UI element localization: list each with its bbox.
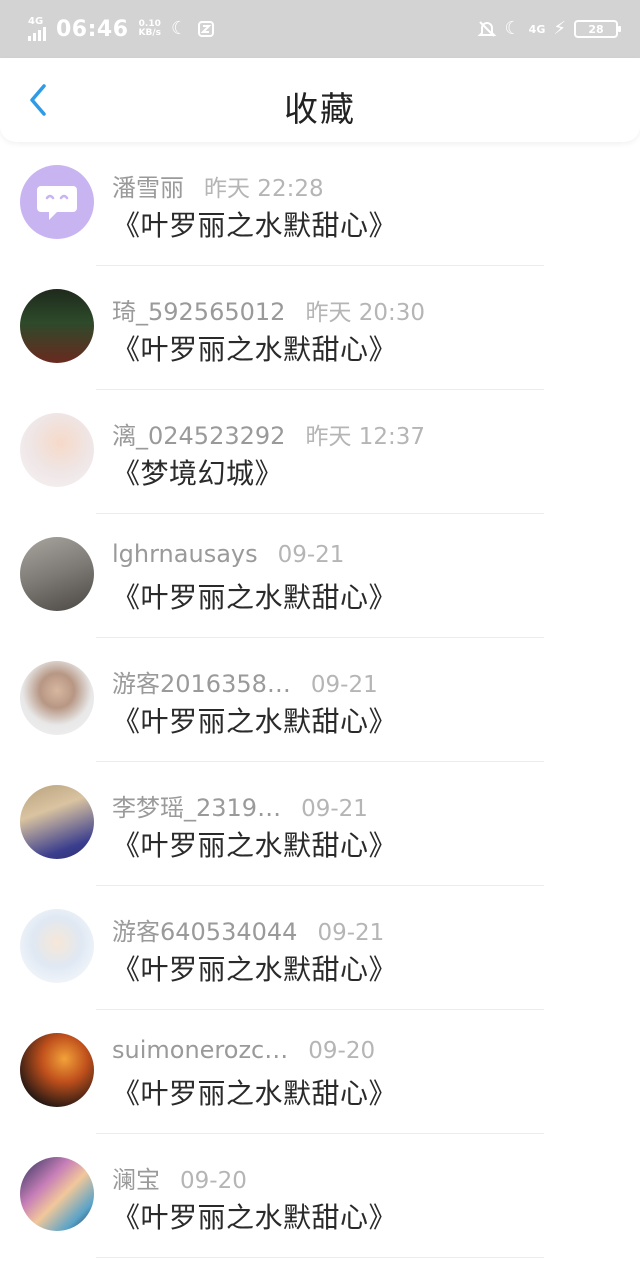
avatar[interactable] xyxy=(20,413,94,487)
avatar[interactable] xyxy=(20,785,94,859)
book-title: 《叶罗丽之水默甜心》 xyxy=(112,953,398,986)
network-type-right: 4G xyxy=(528,22,546,36)
book-title: 《叶罗丽之水默甜心》 xyxy=(112,1077,398,1110)
favorites-list: 潘雪丽 昨天 22:28 《叶罗丽之水默甜心》 琦_592565012 昨天 2… xyxy=(0,142,640,1258)
username: 潘雪丽 xyxy=(112,174,184,202)
moon-icon: ☾ xyxy=(171,18,188,39)
list-item[interactable]: 游客640534044 09-21 《叶罗丽之水默甜心》 xyxy=(0,886,640,1010)
list-item[interactable]: 李梦瑶_2319… 09-21 《叶罗丽之水默甜心》 xyxy=(0,762,640,886)
book-title: 《叶罗丽之水默甜心》 xyxy=(112,581,398,614)
speed-unit: KB/s xyxy=(138,28,162,38)
network-speed: 0.10 KB/s xyxy=(138,19,162,39)
list-item[interactable]: 游客2016358… 09-21 《叶罗丽之水默甜心》 xyxy=(0,638,640,762)
timestamp: 09-21 xyxy=(277,542,345,568)
username: lghrnausays xyxy=(112,540,258,568)
signal-icon: 4G xyxy=(28,17,46,41)
list-item[interactable]: suimonerozc… 09-20 《叶罗丽之水默甜心》 xyxy=(0,1010,640,1134)
moon-icon-right: ☾ xyxy=(504,18,521,39)
avatar[interactable] xyxy=(20,289,94,363)
username: 李梦瑶_2319… xyxy=(112,794,282,822)
book-title: 《叶罗丽之水默甜心》 xyxy=(112,1201,398,1234)
book-title: 《叶罗丽之水默甜心》 xyxy=(112,705,398,738)
list-item[interactable]: 漓_024523292 昨天 12:37 《梦境幻城》 xyxy=(0,390,640,514)
username: 琦_592565012 xyxy=(112,298,286,326)
username: 澜宝 xyxy=(112,1166,160,1194)
status-bar: 4G 06:46 0.10 KB/s ☾ ☾ 4G ⚡ 28 xyxy=(0,0,640,58)
network-type: 4G xyxy=(28,16,44,27)
chat-bubble-icon xyxy=(37,186,77,220)
avatar[interactable] xyxy=(20,1033,94,1107)
list-item[interactable]: 澜宝 09-20 《叶罗丽之水默甜心》 xyxy=(0,1134,640,1258)
book-title: 《梦境幻城》 xyxy=(112,457,284,490)
timestamp: 昨天 22:28 xyxy=(204,176,324,202)
avatar[interactable] xyxy=(20,1157,94,1231)
timestamp: 昨天 12:37 xyxy=(305,424,426,450)
battery-level: 28 xyxy=(588,22,604,36)
avatar[interactable] xyxy=(20,661,94,735)
book-title: 《叶罗丽之水默甜心》 xyxy=(112,333,398,366)
timestamp: 昨天 20:30 xyxy=(305,300,426,326)
username: 游客640534044 xyxy=(112,918,298,946)
timestamp: 09-20 xyxy=(308,1038,376,1064)
username: suimonerozc… xyxy=(112,1036,289,1064)
avatar[interactable] xyxy=(20,165,94,239)
avatar[interactable] xyxy=(20,909,94,983)
status-time: 06:46 xyxy=(56,16,129,42)
username: 漓_024523292 xyxy=(112,422,286,450)
list-item[interactable]: 潘雪丽 昨天 22:28 《叶罗丽之水默甜心》 xyxy=(0,142,640,266)
username: 游客2016358… xyxy=(112,670,291,698)
list-item[interactable]: lghrnausays 09-21 《叶罗丽之水默甜心》 xyxy=(0,514,640,638)
timestamp: 09-21 xyxy=(310,672,378,698)
battery-icon: 28 xyxy=(574,20,621,38)
book-title: 《叶罗丽之水默甜心》 xyxy=(112,829,398,862)
nav-bar: 收藏 xyxy=(0,58,640,142)
charging-icon: ⚡ xyxy=(553,18,566,39)
book-title: 《叶罗丽之水默甜心》 xyxy=(112,209,398,242)
notification-app-icon xyxy=(198,21,215,37)
list-item[interactable]: 琦_592565012 昨天 20:30 《叶罗丽之水默甜心》 xyxy=(0,266,640,390)
page-title: 收藏 xyxy=(284,90,356,130)
mute-bell-icon xyxy=(477,21,496,37)
timestamp: 09-21 xyxy=(317,920,385,946)
timestamp: 09-21 xyxy=(301,796,368,822)
avatar[interactable] xyxy=(20,537,94,611)
timestamp: 09-20 xyxy=(180,1168,247,1194)
